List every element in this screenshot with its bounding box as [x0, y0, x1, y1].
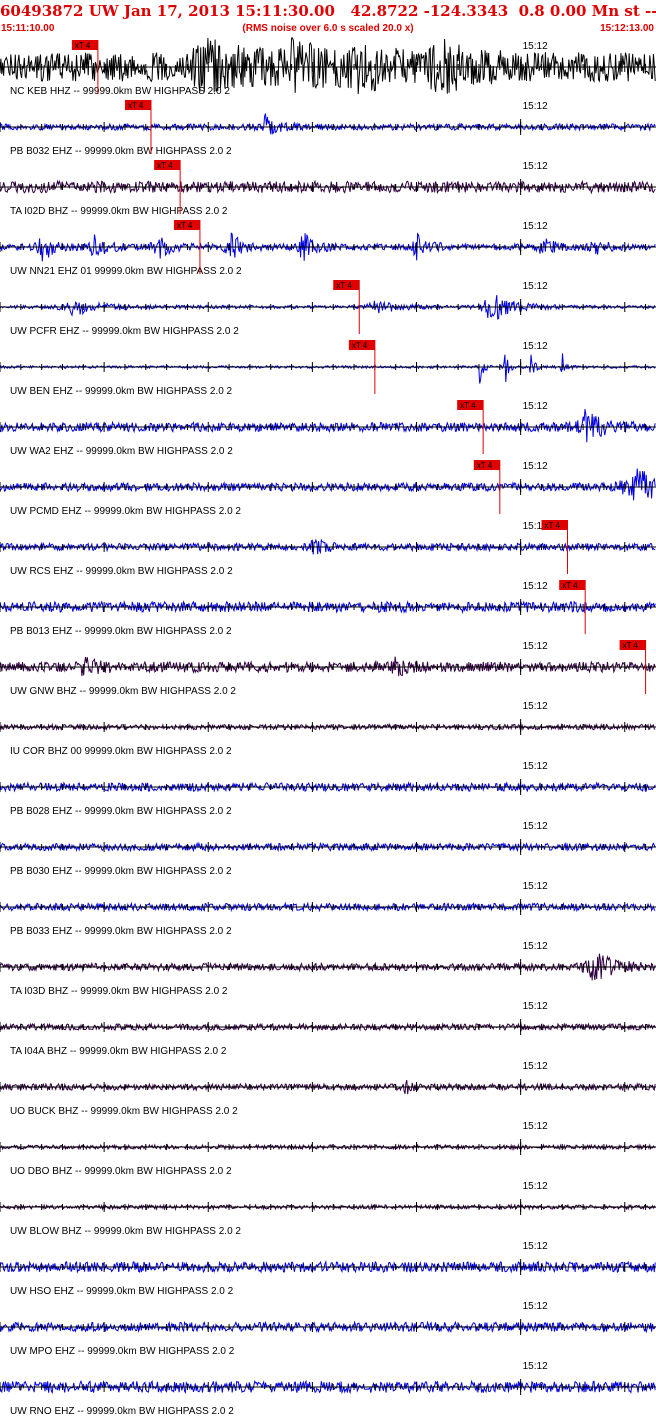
channel-label: UW PCFR EHZ -- 99999.0km BW HIGHPASS 2.0…	[10, 326, 239, 337]
pick-label: xT 4	[75, 41, 91, 50]
channel-label: UW GNW BHZ -- 99999.0km BW HIGHPASS 2.0 …	[10, 686, 236, 697]
channel-label: UW WA2 EHZ -- 99999.0km BW HIGHPASS 2.0 …	[10, 446, 233, 457]
channel-row: 15:12UW RCS EHZ -- 99999.0km BW HIGHPASS…	[0, 520, 656, 577]
minute-tick-label: 15:12	[523, 701, 548, 712]
channel-row: 15:12 UW BEN EHZ -- 99999.0km BW HIGHPASS…	[0, 340, 656, 397]
minute-tick-label: 15:12	[523, 221, 548, 232]
channel-label: PB B028 EHZ -- 99999.0km BW HIGHPASS 2.0…	[10, 806, 232, 817]
minute-tick-label: 15:12	[523, 821, 548, 832]
channel-row: 15:12 TA I04A BHZ -- 99999.0km BW HIGHPAS…	[0, 1001, 656, 1057]
channel-row: 15:12 UW WA2 EHZ -- 99999.0km BW HIGHPASS…	[0, 400, 656, 457]
pick-label: xT 4	[460, 401, 476, 410]
waveform-trace	[0, 656, 656, 677]
minute-tick-label: 15:12	[523, 1361, 548, 1372]
minute-tick-label: 15:12	[523, 1061, 548, 1072]
channel-row: 15:12 UW NN21 EHZ 01 99999.0km BW HIGHPAS…	[0, 220, 656, 277]
minute-tick-label: 15:12	[523, 341, 548, 352]
rms-note: (RMS noise over 6.0 s scaled 20.0 x)	[242, 23, 414, 34]
channel-row: 15:12 TA I03D BHZ -- 99999.0km BW HIGHPAS…	[0, 941, 656, 997]
channel-label: TA I03D BHZ -- 99999.0km BW HIGHPASS 2.0…	[10, 986, 228, 997]
channel-label: UW BLOW BHZ -- 99999.0km BW HIGHPASS 2.0…	[10, 1226, 241, 1237]
channel-label: UW MPO EHZ -- 99999.0km BW HIGHPASS 2.0 …	[10, 1346, 235, 1357]
waveform-trace	[0, 113, 656, 135]
minute-tick-label: 15:12	[523, 401, 548, 412]
waveform-trace	[0, 353, 656, 384]
pick-label: xT 4	[477, 461, 493, 470]
pick-label: xT 4	[623, 641, 639, 650]
channel-label: IU COR BHZ 00 99999.0km BW HIGHPASS 2.0 …	[10, 746, 232, 757]
channel-row: 15:12 IU COR BHZ 00 99999.0km BW HIGHPASS…	[0, 701, 656, 757]
channel-label: UW NN21 EHZ 01 99999.0km BW HIGHPASS 2.0…	[10, 266, 242, 277]
pick-label: xT 4	[177, 221, 193, 230]
minute-tick-label: 15:12	[523, 881, 548, 892]
channel-row: 15:12 PB B013 EHZ -- 99999.0km BW HIGHPAS…	[0, 580, 656, 637]
channel-row: 15:12 UO DBO BHZ -- 99999.0km BW HIGHPASS…	[0, 1121, 656, 1177]
minute-tick-label: 15:12	[523, 1121, 548, 1132]
channel-label: UO DBO BHZ -- 99999.0km BW HIGHPASS 2.0 …	[10, 1166, 232, 1177]
channel-label: PB B033 EHZ -- 99999.0km BW HIGHPASS 2.0…	[10, 926, 232, 937]
channel-label: PB B013 EHZ -- 99999.0km BW HIGHPASS 2.0…	[10, 626, 232, 637]
channel-row: 15:12 TA I02D BHZ -- 99999.0km BW HIGHPAS…	[0, 160, 656, 217]
channel-label: PB B030 EHZ -- 99999.0km BW HIGHPASS 2.0…	[10, 866, 232, 877]
channel-row: 15:12 PB B028 EHZ -- 99999.0km BW HIGHPAS…	[0, 761, 656, 817]
channel-row: 15:12 PB B033 EHZ -- 99999.0km BW HIGHPAS…	[0, 881, 656, 937]
minute-tick-label: 15:12	[523, 1001, 548, 1012]
minute-tick-label: 15:12	[523, 941, 548, 952]
seismogram-traces: 15:12 NC KEB HHZ -- 99999.0km BW HIGHPASS…	[0, 37, 656, 1417]
channel-label: UO BUCK BHZ -- 99999.0km BW HIGHPASS 2.0…	[10, 1106, 238, 1117]
pick-label: xT 4	[562, 581, 578, 590]
channel-label: TA I02D BHZ -- 99999.0km BW HIGHPASS 2.0…	[10, 206, 228, 217]
channel-label: UW HSO EHZ -- 99999.0km BW HIGHPASS 2.0 …	[10, 1286, 234, 1297]
minute-tick-label: 15:12	[523, 101, 548, 112]
pick-label: xT 4	[544, 521, 560, 530]
waveform-trace	[0, 409, 656, 443]
minute-tick-label: 15:12	[523, 281, 548, 292]
channel-label: TA I04A BHZ -- 99999.0km BW HIGHPASS 2.0…	[10, 1046, 227, 1057]
minute-tick-label: 15:12	[523, 1241, 548, 1252]
minute-tick-label: 15:12	[523, 1181, 548, 1192]
channel-row: 15:12 UW HSO EHZ -- 99999.0km BW HIGHPASS…	[0, 1241, 656, 1297]
pick-label: xT 4	[336, 281, 352, 290]
channel-row: 15:12 UW RNO EHZ -- 99999.0km BW HIGHPASS…	[0, 1361, 656, 1417]
minute-tick-label: 15:12	[523, 41, 548, 52]
channel-label: PB B032 EHZ -- 99999.0km BW HIGHPASS 2.0…	[10, 146, 232, 157]
channel-row: 15:12 NC KEB HHZ -- 99999.0km BW HIGHPASS…	[0, 37, 656, 97]
channel-row: 15:12 UO BUCK BHZ -- 99999.0km BW HIGHPAS…	[0, 1061, 656, 1117]
minute-tick-label: 15:12	[523, 161, 548, 172]
waveform-trace	[0, 468, 656, 501]
channel-label: UW RNO EHZ -- 99999.0km BW HIGHPASS 2.0 …	[10, 1406, 234, 1417]
channel-label: NC KEB HHZ -- 99999.0km BW HIGHPASS 2.0 …	[10, 86, 230, 97]
end-time: 15:12:13.00	[600, 23, 654, 34]
pick-label: xT 4	[352, 341, 368, 350]
minute-tick-label: 15:12	[523, 761, 548, 772]
channel-label: UW RCS EHZ -- 99999.0km BW HIGHPASS 2.0 …	[10, 566, 233, 577]
header: 60493872 UW Jan 17, 2013 15:11:30.00 42.…	[0, 0, 656, 36]
channel-row: 15:12 UW BLOW BHZ -- 99999.0km BW HIGHPAS…	[0, 1181, 656, 1237]
channel-row: 15:12 PB B030 EHZ -- 99999.0km BW HIGHPAS…	[0, 821, 656, 877]
channel-row: 15:12 UW PCMD EHZ -- 99999.0km BW HIGHPAS…	[0, 460, 656, 517]
pick-label: xT 4	[128, 101, 144, 110]
minute-tick-label: 15:12	[523, 461, 548, 472]
channel-row: 15:12 UW GNW BHZ -- 99999.0km BW HIGHPASS…	[0, 640, 656, 697]
channel-row: 15:12 UW PCFR EHZ -- 99999.0km BW HIGHPAS…	[0, 280, 656, 337]
channel-label: UW BEN EHZ -- 99999.0km BW HIGHPASS 2.0 …	[10, 386, 233, 397]
seismogram-plot: 15:12 NC KEB HHZ -- 99999.0km BW HIGHPASS…	[0, 36, 656, 1418]
channel-label: UW PCMD EHZ -- 99999.0km BW HIGHPASS 2.0…	[10, 506, 241, 517]
minute-tick-label: 15:12	[523, 641, 548, 652]
pick-label: xT 4	[157, 161, 173, 170]
channel-row: 15:12 PB B032 EHZ -- 99999.0km BW HIGHPAS…	[0, 100, 656, 157]
channel-row: 15:12 UW MPO EHZ -- 99999.0km BW HIGHPASS…	[0, 1301, 656, 1357]
minute-tick-label: 15:12	[523, 581, 548, 592]
event-title: 60493872 UW Jan 17, 2013 15:11:30.00 42.…	[0, 2, 656, 20]
minute-tick-label: 15:12	[523, 1301, 548, 1312]
